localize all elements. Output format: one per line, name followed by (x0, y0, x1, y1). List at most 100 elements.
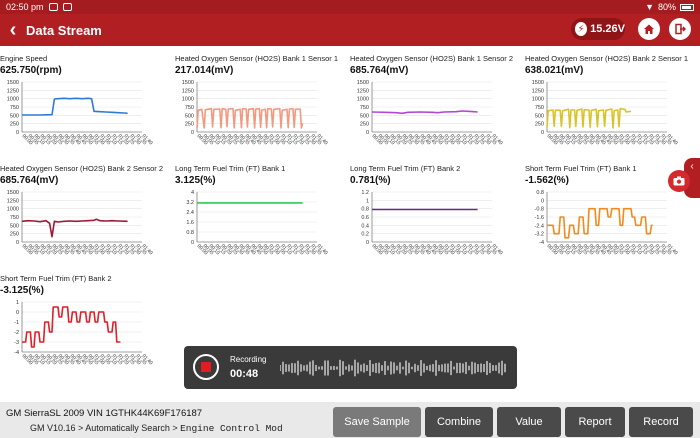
graph-panel[interactable]: Heated Oxygen Sensor (HO2S) Bank 1 Senso… (175, 54, 347, 164)
value-button[interactable]: Value (497, 407, 561, 437)
data-line (22, 97, 128, 116)
graph-panel[interactable]: Heated Oxygen Sensor (HO2S) Bank 2 Senso… (525, 54, 697, 164)
recording-timer: 00:48 (230, 368, 259, 380)
graph-panel[interactable]: Heated Oxygen Sensor (HO2S) Bank 2 Senso… (0, 164, 172, 274)
y-tick-label: 1250 (7, 198, 19, 204)
exit-icon (675, 23, 686, 35)
line-chart: 150012501000750500250000:0000:0500:1000:… (182, 80, 329, 146)
y-tick-label: 1000 (182, 97, 194, 103)
y-tick-label: 0.6 (361, 215, 369, 221)
y-tick-label: 1.6 (186, 220, 194, 226)
lightning-icon: ⚡ (575, 22, 588, 36)
y-tick-label: 250 (10, 232, 19, 238)
data-line (21, 218, 128, 238)
voltage-value: 15.26V (590, 23, 625, 35)
y-tick-label: 1500 (182, 80, 194, 86)
page-title: Data Stream (26, 22, 102, 38)
chevron-left-icon: ‹ (9, 18, 17, 41)
graph-panel[interactable]: Engine Speed 625.750(rpm) 1500 1250 1000 75… (0, 54, 172, 164)
data-line (196, 107, 304, 129)
app-icon (62, 3, 72, 11)
parameter-name: Heated Oxygen Sensor (HO2S) Bank 2 Senso… (0, 164, 164, 173)
y-tick-label: 250 (185, 122, 194, 128)
parameter-value: 0.781(%) (350, 175, 391, 186)
y-tick-label: 0 (191, 130, 194, 136)
title-bar: ‹ Data Stream ⚡ 15.26V (0, 14, 700, 46)
recording-label: Recording (230, 355, 267, 364)
y-tick-label: 1250 (7, 88, 19, 94)
report-button[interactable]: Report (565, 407, 625, 437)
y-tick-label: 1000 (532, 97, 544, 103)
parameter-value: 217.014(mV) (175, 65, 234, 76)
y-tick-label: 500 (10, 223, 19, 229)
graph-panel[interactable]: Short Term Fuel Trim (FT) Bank 2 -3.125(… (0, 274, 172, 384)
y-tick-label: -1 (14, 320, 19, 326)
y-tick-label: 1500 (532, 80, 544, 86)
graph-panel[interactable]: Heated Oxygen Sensor (HO2S) Bank 1 Senso… (350, 54, 522, 164)
y-tick-label: 250 (10, 122, 19, 128)
y-tick-label: 1 (366, 198, 369, 204)
data-line (546, 107, 632, 129)
y-tick-label: 0 (366, 130, 369, 136)
battery-voltage-badge: ⚡ 15.26V (571, 18, 625, 40)
y-tick-label: -4 (539, 240, 544, 246)
y-tick-label: 250 (360, 122, 369, 128)
parameter-name: Heated Oxygen Sensor (HO2S) Bank 1 Senso… (175, 54, 339, 63)
parameter-value: 3.125(%) (175, 175, 216, 186)
y-tick-label: 2.4 (186, 210, 194, 216)
y-tick-label: 0 (541, 198, 544, 204)
stop-recording-button[interactable] (193, 354, 219, 380)
y-tick-label: 0 (16, 130, 19, 136)
save-sample-button[interactable]: Save Sample (333, 407, 421, 437)
stop-icon (201, 362, 211, 372)
y-tick-label: 1.2 (361, 190, 369, 196)
screenshot-button[interactable] (668, 170, 690, 192)
vehicle-info: GM SierraSL 2009 VIN 1GTHK44K69F176187 (6, 408, 203, 419)
home-button[interactable] (638, 18, 660, 40)
status-bar: 02:50 pm ▼ 80% (0, 0, 700, 14)
y-tick-label: 0.2 (361, 232, 369, 238)
y-tick-label: 0 (16, 310, 19, 316)
y-tick-label: 750 (10, 105, 19, 111)
recording-overlay: Recording 00:48 (184, 346, 517, 389)
audio-waveform (280, 359, 506, 377)
y-tick-label: -1.6 (535, 215, 544, 221)
y-tick-label: 1500 (7, 80, 19, 86)
line-chart: 150012501000750500250000:0000:0500:1000:… (7, 80, 154, 146)
y-tick-label: 500 (10, 113, 19, 119)
y-tick-label: 4 (191, 190, 194, 196)
y-tick-label: 750 (360, 105, 369, 111)
y-tick-label: 500 (535, 113, 544, 119)
combine-button[interactable]: Combine (425, 407, 493, 437)
y-tick-label: -4 (14, 350, 19, 356)
graph-panel[interactable]: Long Term Fuel Trim (FT) Bank 1 3.125(%)… (175, 164, 347, 274)
path-prefix: GM V10.16 > Automatically Search > (30, 423, 181, 433)
parameter-name: Heated Oxygen Sensor (HO2S) Bank 2 Senso… (525, 54, 689, 63)
line-chart: 150012501000750500250000:0000:0500:1000:… (357, 80, 504, 146)
parameter-name: Heated Oxygen Sensor (HO2S) Bank 1 Senso… (350, 54, 514, 63)
y-tick-label: 0.8 (361, 207, 369, 213)
y-tick-label: 750 (185, 105, 194, 111)
back-button[interactable]: ‹ (0, 14, 26, 46)
parameter-value: 638.021(mV) (525, 65, 584, 76)
parameter-value: 685.764(mV) (0, 175, 59, 186)
exit-button[interactable] (669, 18, 691, 40)
clock: 02:50 pm (6, 2, 44, 12)
data-line (371, 110, 478, 115)
path-module: Engine Control Mod (180, 423, 283, 434)
graph-panel[interactable]: Long Term Fuel Trim (FT) Bank 2 0.781(%)… (350, 164, 522, 274)
y-tick-label: 750 (10, 215, 19, 221)
parameter-name: Long Term Fuel Trim (FT) Bank 2 (350, 164, 461, 173)
parameter-value: -3.125(%) (0, 285, 44, 296)
diagnostic-path: GM V10.16 > Automatically Search > Engin… (30, 423, 330, 434)
y-tick-label: 1500 (7, 190, 19, 196)
notification-icon (48, 3, 58, 11)
y-tick-label: -2.4 (535, 223, 544, 229)
line-chart: 1.210.80.60.40.2000:0000:0500:1000:1500:… (361, 190, 503, 256)
y-tick-label: 1250 (532, 88, 544, 94)
y-tick-label: -3.2 (535, 232, 544, 238)
line-chart: 10-1-2-3-400:0000:0500:1000:1500:2000:25… (14, 300, 154, 366)
y-tick-label: 250 (535, 122, 544, 128)
battery-percent: 80% (657, 2, 676, 12)
record-button[interactable]: Record (629, 407, 693, 437)
